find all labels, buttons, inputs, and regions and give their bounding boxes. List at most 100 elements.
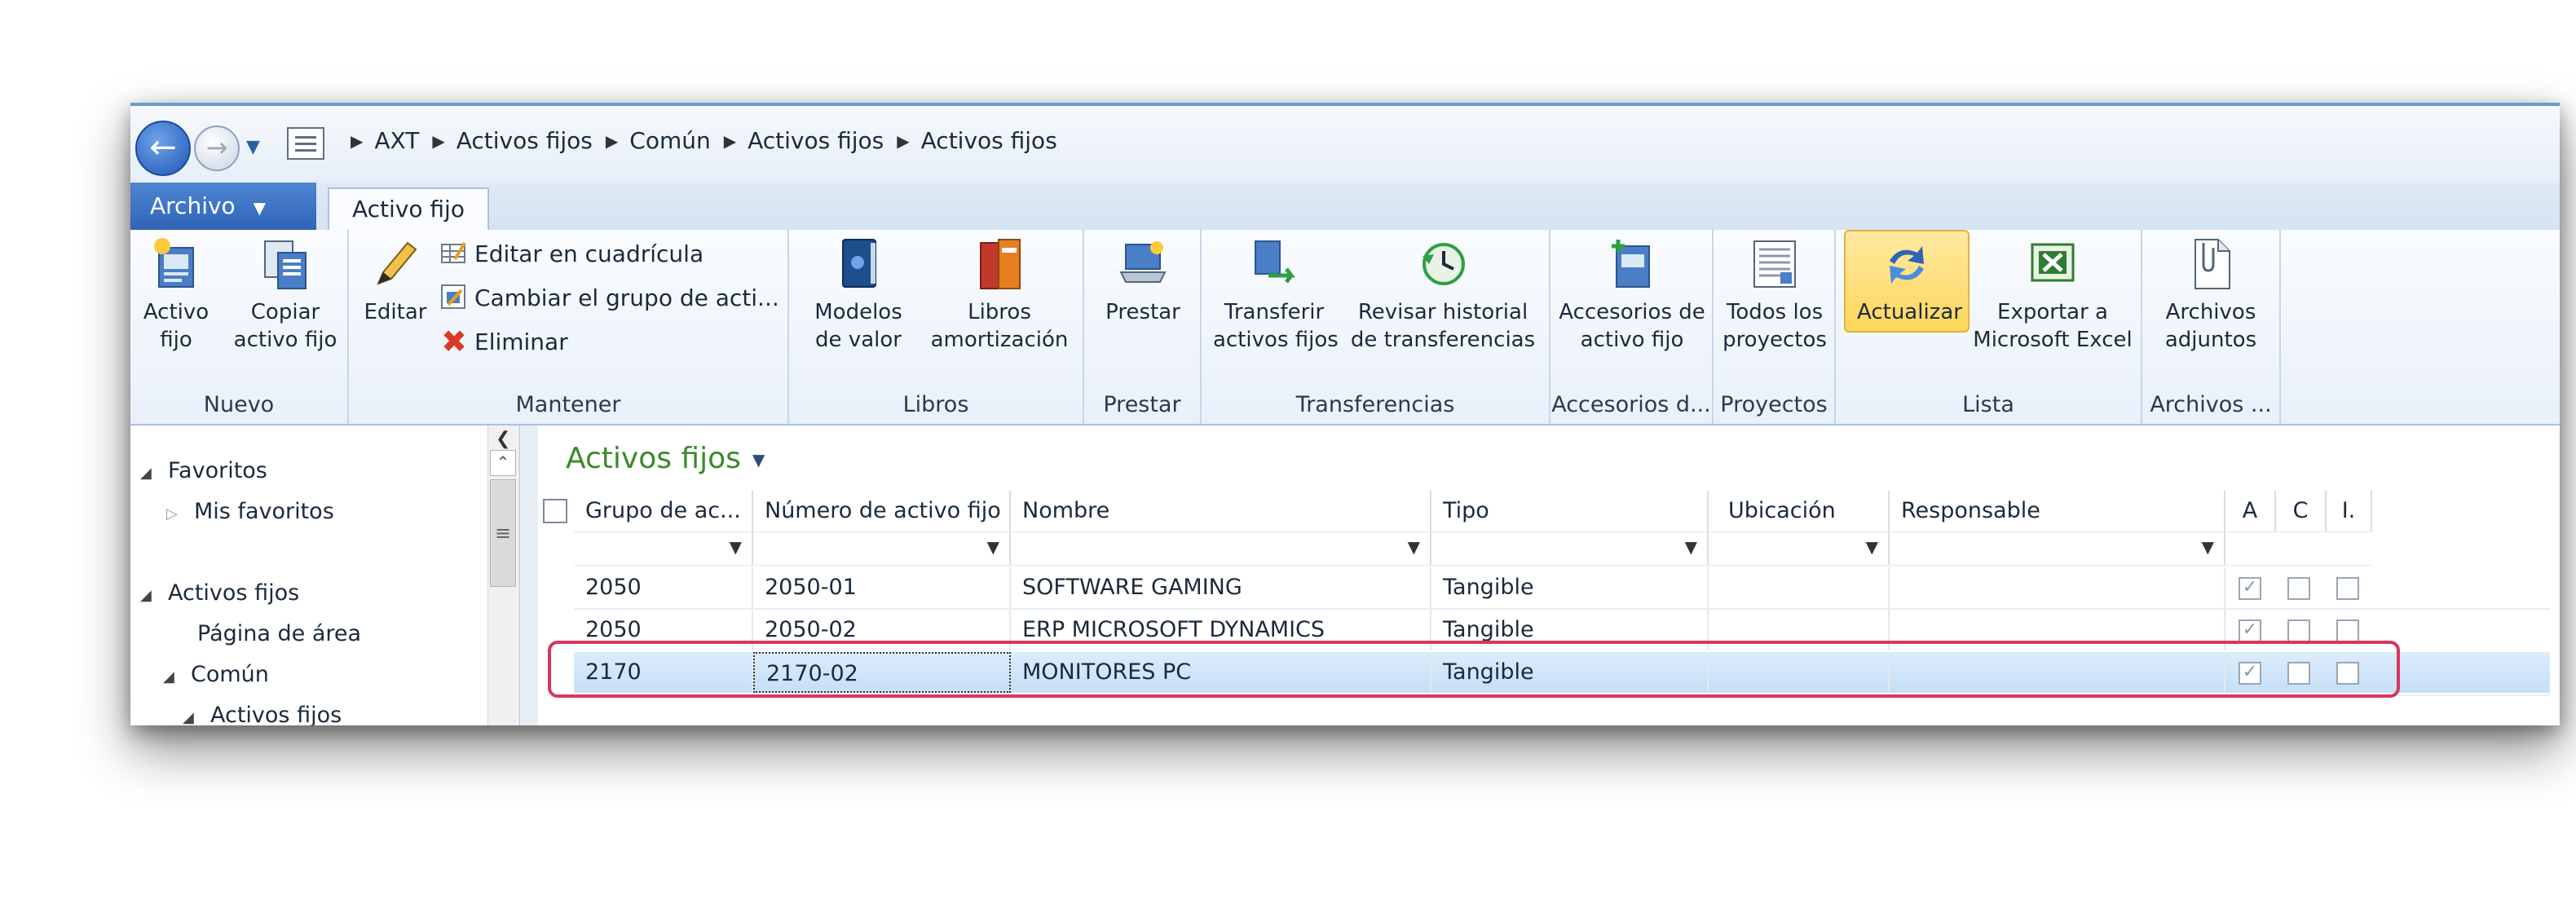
depreciation-books-button[interactable]: Libros amortización bbox=[926, 236, 1073, 354]
refresh-button[interactable]: Actualizar bbox=[1844, 230, 1969, 333]
table-row[interactable]: 2050 2050-01 SOFTWARE GAMING Tangible ✓ bbox=[574, 567, 2550, 608]
filter-dropdown-icon: ▼ bbox=[1865, 537, 1878, 557]
edit-grid-button[interactable]: Editar en cuadrícula bbox=[440, 240, 704, 267]
table-row-selected[interactable]: 2170 2170-02 MONITORES PC Tangible ✓ bbox=[574, 652, 2550, 693]
export-excel-button[interactable]: Exportar a Microsoft Excel bbox=[1971, 236, 2134, 354]
edit-button[interactable]: Editar bbox=[360, 236, 430, 326]
filter-flags bbox=[2225, 531, 2372, 566]
scroll-thumb[interactable]: ≡ bbox=[490, 479, 516, 587]
checkbox-c[interactable] bbox=[2287, 662, 2310, 685]
filter-numero[interactable]: ▼ bbox=[753, 531, 1011, 566]
breadcrumb-item[interactable]: ▶ Activos fijos bbox=[711, 127, 884, 154]
copy-icon bbox=[264, 240, 307, 289]
filter-dropdown-icon: ▼ bbox=[2201, 537, 2214, 557]
filter-dropdown-icon: ▼ bbox=[729, 537, 742, 557]
forward-button[interactable]: → bbox=[194, 126, 240, 171]
group-label: Nuevo bbox=[203, 392, 275, 417]
transfer-assets-button[interactable]: Transferir activos fijos bbox=[1213, 236, 1339, 354]
group-label: Lista bbox=[1962, 392, 2014, 417]
transfer-history-button[interactable]: Revisar historial de transferencias bbox=[1347, 236, 1539, 354]
new-asset-button[interactable]: Activo fijo bbox=[135, 236, 217, 354]
table-row[interactable]: 2050 2050-02 ERP MICROSOFT DYNAMICS Tang… bbox=[574, 610, 2550, 650]
edit-grid-icon bbox=[441, 241, 466, 263]
pane-splitter[interactable] bbox=[520, 425, 540, 725]
cell-numero[interactable]: 2170-02 bbox=[753, 652, 1011, 693]
chevron-right-icon: ▶ bbox=[723, 130, 737, 151]
column-header-a[interactable]: A bbox=[2225, 491, 2276, 531]
group-transferencias: Transferir activos fijos Revisar historia… bbox=[1202, 230, 1550, 424]
group-label: Libros bbox=[902, 392, 969, 417]
column-header-tipo[interactable]: Tipo bbox=[1431, 491, 1709, 531]
nav-comun[interactable]: ◢ Común bbox=[163, 662, 269, 687]
nav-scrollbar[interactable]: ⌃ ≡ bbox=[487, 425, 518, 725]
checkbox-a[interactable]: ✓ bbox=[2239, 577, 2261, 600]
nav-activos-fijos[interactable]: ◢ Activos fijos bbox=[140, 580, 299, 606]
filter-ubicacion[interactable]: ▼ bbox=[1709, 531, 1890, 566]
cell-responsable bbox=[1890, 652, 2225, 693]
filter-nombre[interactable]: ▼ bbox=[1011, 531, 1431, 566]
nav-pagina-area[interactable]: Página de área bbox=[197, 621, 361, 646]
list-view-icon[interactable] bbox=[287, 127, 324, 160]
group-label: Mantener bbox=[515, 392, 621, 417]
tab-archivo[interactable]: Archivo ▼ bbox=[130, 183, 316, 230]
nav-mis-favoritos[interactable]: ▷ Mis favoritos bbox=[166, 499, 334, 524]
breadcrumb: ▶ AXT ▶ Activos fijos ▶ Común ▶ Activos fijo… bbox=[337, 127, 1057, 154]
group-archivos: Archivos adjuntos Archivos ... bbox=[2142, 230, 2281, 424]
breadcrumb-item[interactable]: ▶ Activos fijos bbox=[884, 127, 1057, 154]
chevron-right-icon: ▶ bbox=[351, 130, 364, 151]
back-button[interactable]: ← bbox=[135, 121, 191, 176]
lend-button[interactable]: Prestar bbox=[1097, 236, 1189, 326]
filter-tipo[interactable]: ▼ bbox=[1431, 531, 1709, 566]
column-header-i[interactable]: I. bbox=[2327, 491, 2372, 531]
checkbox-a[interactable]: ✓ bbox=[2239, 662, 2261, 685]
scroll-up-button[interactable]: ⌃ bbox=[490, 450, 516, 476]
group-label: Prestar bbox=[1103, 392, 1181, 417]
column-header-responsable[interactable]: Responsable bbox=[1890, 491, 2225, 531]
nav-activos-fijos-sub[interactable]: ◢ Activos fijos bbox=[183, 703, 342, 725]
checkbox-i[interactable] bbox=[2336, 619, 2359, 642]
nav-favoritos[interactable]: ◢ Favoritos bbox=[140, 458, 267, 483]
tab-activo-fijo[interactable]: Activo fijo bbox=[328, 187, 489, 231]
filter-grupo[interactable]: ▼ bbox=[574, 531, 753, 566]
cell-numero: 2050-02 bbox=[753, 610, 1011, 650]
checkbox-c[interactable] bbox=[2287, 577, 2310, 600]
navigation-pane: ◢ Favoritos ▷ Mis favoritos ◢ Activos fijos… bbox=[130, 425, 520, 725]
attachments-button[interactable]: Archivos adjuntos bbox=[2152, 236, 2269, 354]
column-header-nombre[interactable]: Nombre bbox=[1011, 491, 1431, 531]
checkbox-i[interactable] bbox=[2336, 577, 2359, 600]
change-group-button[interactable]: Cambiar el grupo de acti... bbox=[440, 284, 779, 311]
group-proyectos: Todos los proyectos Proyectos bbox=[1714, 230, 1836, 424]
cell-grupo: 2050 bbox=[574, 610, 753, 650]
filter-dropdown-icon: ▼ bbox=[986, 537, 999, 557]
column-header-numero[interactable]: Número de activo fijo bbox=[753, 491, 1011, 531]
expanded-triangle-icon: ◢ bbox=[140, 465, 152, 482]
column-header-grupo[interactable]: Grupo de ac... bbox=[574, 491, 753, 531]
cell-nombre: SOFTWARE GAMING bbox=[1011, 567, 1431, 608]
group-accesorios: Accesorios de activo fijo Accesorios d... bbox=[1550, 230, 1714, 424]
filter-responsable[interactable]: ▼ bbox=[1890, 531, 2225, 566]
delete-button[interactable]: ✖ Eliminar bbox=[440, 326, 568, 357]
app-window: ← → ▼ ▶ AXT ▶ Activos fijos ▶ Común ▶ Activo… bbox=[130, 103, 2560, 725]
excel-icon bbox=[2031, 243, 2075, 282]
filter-dropdown-icon: ▼ bbox=[1684, 537, 1697, 557]
column-header-c[interactable]: C bbox=[2276, 491, 2327, 531]
group-nuevo: Activo fijo Copiar activo fijo Nuevo bbox=[130, 230, 349, 424]
checkbox-c[interactable] bbox=[2287, 619, 2310, 642]
cell-tipo: Tangible bbox=[1431, 652, 1709, 693]
collapse-pane-icon[interactable]: ❮ bbox=[496, 429, 510, 449]
cell-numero: 2050-01 bbox=[753, 567, 1011, 608]
copy-asset-button[interactable]: Copiar activo fijo bbox=[228, 236, 342, 354]
column-header-ubicacion[interactable]: Ubicación bbox=[1709, 491, 1890, 531]
asset-accessories-button[interactable]: Accesorios de activo fijo bbox=[1559, 236, 1705, 354]
breadcrumb-item[interactable]: ▶ AXT bbox=[337, 127, 419, 154]
checkbox-a[interactable]: ✓ bbox=[2239, 619, 2261, 642]
select-all-checkbox[interactable] bbox=[543, 499, 567, 523]
breadcrumb-item[interactable]: ▶ Común bbox=[593, 127, 711, 154]
page-title[interactable]: Activos fijos ▼ bbox=[566, 442, 765, 475]
history-dropdown-icon[interactable]: ▼ bbox=[246, 137, 260, 157]
value-models-button[interactable]: Modelos de valor bbox=[805, 236, 911, 354]
checkbox-i[interactable] bbox=[2336, 662, 2359, 685]
cell-ubicacion bbox=[1709, 567, 1890, 608]
all-projects-button[interactable]: Todos los proyectos bbox=[1722, 236, 1828, 354]
breadcrumb-item[interactable]: ▶ Activos fijos bbox=[419, 127, 593, 154]
